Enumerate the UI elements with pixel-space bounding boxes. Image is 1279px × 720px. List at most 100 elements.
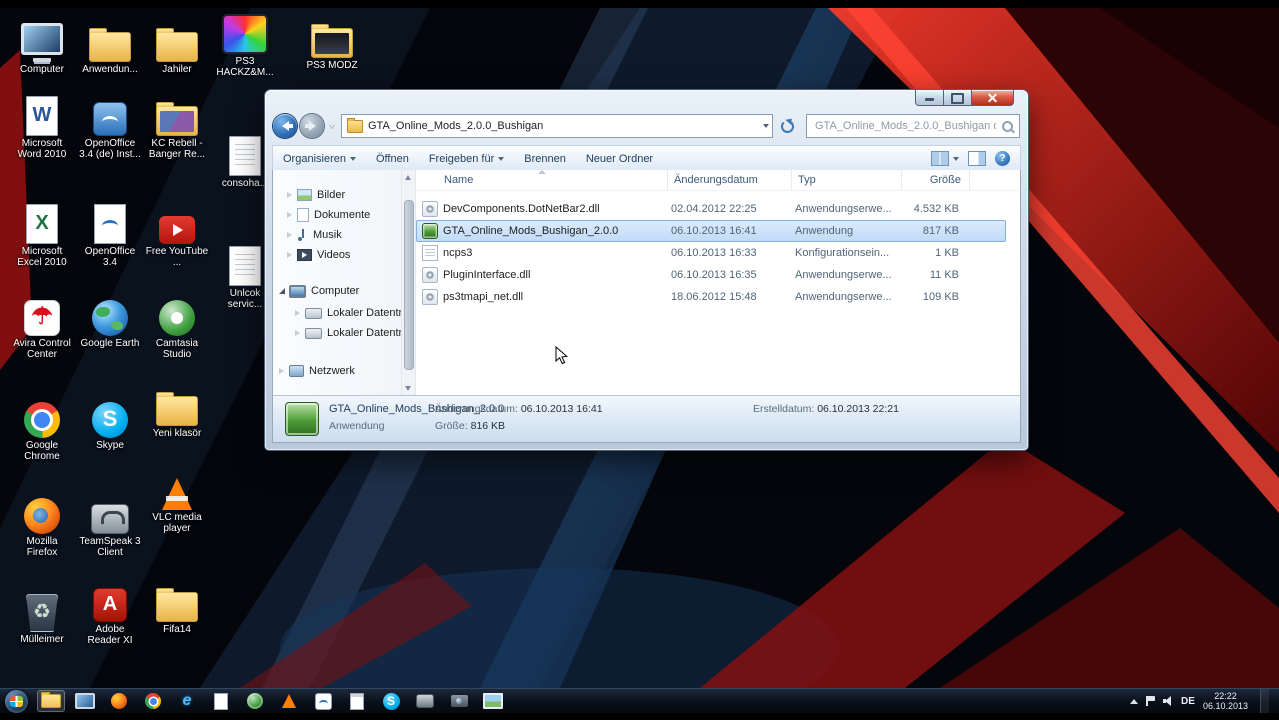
organize-button[interactable]: Organisieren xyxy=(283,153,356,165)
expander-icon[interactable] xyxy=(295,330,300,336)
file-row[interactable]: PluginInterface.dll 06.10.2013 16:35 Anw… xyxy=(416,264,1006,286)
expander-icon[interactable] xyxy=(287,192,292,198)
desktop-icon-kc-rebell[interactable]: KC Rebell - Banger Re... xyxy=(145,96,209,160)
desktop-icon-jahiler[interactable]: Jahiler xyxy=(145,22,209,75)
desktop-icon-chrome[interactable]: Google Chrome xyxy=(10,398,74,462)
desktop-icon-ps3-modz[interactable]: PS3 MODZ xyxy=(300,18,364,71)
caption-buttons xyxy=(915,90,1014,106)
taskbar-notepad[interactable] xyxy=(343,690,371,712)
refresh-icon[interactable] xyxy=(781,120,794,133)
taskbar-skype[interactable]: S xyxy=(377,690,405,712)
share-button[interactable]: Freigeben für xyxy=(429,153,504,165)
desktop-icon-openoffice-installer[interactable]: OpenOffice 3.4 (de) Inst... xyxy=(78,96,142,160)
close-button[interactable] xyxy=(972,90,1014,106)
taskbar-explorer[interactable] xyxy=(37,690,65,712)
desktop-icon-adobe-reader[interactable]: A Adobe Reader XI xyxy=(78,582,142,646)
expander-icon[interactable] xyxy=(279,368,284,374)
desktop-icon-recycle-bin[interactable]: ♻ Mülleimer xyxy=(10,592,74,645)
desktop-icon-skype[interactable]: S Skype xyxy=(78,398,142,451)
clock[interactable]: 22:22 06.10.2013 xyxy=(1203,691,1248,711)
desktop-icon-openoffice[interactable]: OpenOffice 3.4 xyxy=(78,204,142,268)
desktop-icon-ps3-hackz[interactable]: PS3 HACKZ&M... xyxy=(213,14,277,78)
expander-icon[interactable] xyxy=(287,252,292,258)
taskbar-teamspeak[interactable] xyxy=(411,690,439,712)
forward-button[interactable] xyxy=(300,114,324,138)
new-folder-button[interactable]: Neuer Ordner xyxy=(586,153,653,165)
taskbar-documents[interactable] xyxy=(207,690,235,712)
help-button[interactable]: ? xyxy=(995,151,1010,166)
expander-icon[interactable] xyxy=(287,212,292,218)
taskbar-openoffice[interactable] xyxy=(309,690,337,712)
start-button[interactable] xyxy=(5,690,28,713)
file-row[interactable]: DevComponents.DotNetBar2.dll 02.04.2012 … xyxy=(416,198,1006,220)
address-breadcrumb[interactable]: GTA_Online_Mods_2.0.0_Bushigan xyxy=(368,120,543,132)
sidebar-item-local-disk-1[interactable]: Lokaler Datenträ... xyxy=(295,304,418,322)
desktop-icon-word[interactable]: W Microsoft Word 2010 xyxy=(10,96,74,160)
scrollbar-thumb[interactable] xyxy=(404,200,414,370)
expander-icon[interactable] xyxy=(287,232,292,238)
explorer-content: Bilder Dokumente Musik xyxy=(272,170,1021,397)
recent-pages-caret-icon[interactable] xyxy=(329,124,335,128)
desktop-icon-vlc[interactable]: VLC media player xyxy=(145,470,209,534)
navigation-pane-scrollbar[interactable] xyxy=(401,170,416,396)
taskbar-camtasia[interactable] xyxy=(241,690,269,712)
desktop-icon-yeni-klasor[interactable]: Yeni klasör xyxy=(145,386,209,439)
minimize-button[interactable] xyxy=(915,90,944,106)
mouse-cursor xyxy=(555,346,569,371)
sidebar-item-netzwerk[interactable]: Netzwerk xyxy=(279,362,355,380)
volume-icon[interactable] xyxy=(1163,696,1173,706)
sidebar-item-computer[interactable]: Computer xyxy=(279,282,359,300)
change-view-button[interactable] xyxy=(931,151,959,166)
desktop-icon-computer[interactable]: Computer xyxy=(10,22,74,75)
language-indicator[interactable]: DE xyxy=(1181,696,1195,707)
search-input[interactable] xyxy=(813,119,998,133)
sidebar-item-bilder[interactable]: Bilder xyxy=(287,186,345,204)
address-bar[interactable]: GTA_Online_Mods_2.0.0_Bushigan xyxy=(341,114,773,138)
expander-icon[interactable] xyxy=(295,310,300,316)
desktop-icon-teamspeak[interactable]: TeamSpeak 3 Client xyxy=(78,494,142,558)
address-dropdown-caret-icon[interactable] xyxy=(763,124,769,128)
taskbar-vlc[interactable] xyxy=(275,690,303,712)
desktop-icon-anwendungen[interactable]: Anwendun... xyxy=(78,22,142,75)
sidebar-item-musik[interactable]: Musik xyxy=(287,226,342,244)
maximize-button[interactable] xyxy=(944,90,972,106)
show-hidden-icons-chevron[interactable] xyxy=(1130,699,1138,704)
desktop-icon-firefox[interactable]: Mozilla Firefox xyxy=(10,494,74,558)
desktop-icon-camtasia[interactable]: Camtasia Studio xyxy=(145,296,209,360)
taskbar-camera[interactable] xyxy=(445,690,473,712)
documents-library-icon xyxy=(297,208,309,222)
teamspeak-icon xyxy=(87,494,133,534)
desktop-icon-google-earth[interactable]: Google Earth xyxy=(78,296,142,349)
desktop-icon-fifa14[interactable]: Fifa14 xyxy=(145,582,209,635)
desktop-icon-free-youtube[interactable]: Free YouTube ... xyxy=(145,204,209,268)
preview-pane-toggle[interactable] xyxy=(968,151,986,166)
action-center-flag-icon[interactable] xyxy=(1146,696,1155,706)
sidebar-item-local-disk-2[interactable]: Lokaler Datenträ... xyxy=(295,324,418,342)
taskbar-firefox[interactable] xyxy=(105,690,133,712)
desktop-icon-label: Yeni klasör xyxy=(153,428,202,439)
column-header-name[interactable]: Name xyxy=(416,170,668,190)
back-button[interactable] xyxy=(273,114,297,138)
expander-open-icon[interactable] xyxy=(279,288,285,294)
taskbar-internet-explorer[interactable]: e xyxy=(173,690,201,712)
burn-button[interactable]: Brennen xyxy=(524,153,566,165)
show-desktop-button[interactable] xyxy=(1260,689,1269,713)
scroll-down-icon[interactable] xyxy=(405,386,411,391)
sidebar-item-videos[interactable]: Videos xyxy=(287,246,350,264)
column-header-type[interactable]: Typ xyxy=(792,170,902,190)
column-header-date[interactable]: Änderungsdatum xyxy=(668,170,792,190)
desktop-icon-avira[interactable]: ☂ Avira Control Center xyxy=(10,296,74,360)
scroll-up-icon[interactable] xyxy=(405,175,411,180)
open-button[interactable]: Öffnen xyxy=(376,153,409,165)
taskbar-chrome[interactable] xyxy=(139,690,167,712)
search-box[interactable] xyxy=(806,114,1020,138)
file-row[interactable]: ncps3 06.10.2013 16:33 Konfigurationsein… xyxy=(416,242,1006,264)
sidebar-item-dokumente[interactable]: Dokumente xyxy=(287,206,370,224)
file-row-selected[interactable]: GTA_Online_Mods_Bushigan_2.0.0 06.10.201… xyxy=(416,220,1006,242)
column-header-size[interactable]: Größe xyxy=(902,170,970,190)
file-row[interactable]: ps3tmapi_net.dll 18.06.2012 15:48 Anwend… xyxy=(416,286,1006,308)
taskbar-media-player[interactable] xyxy=(71,690,99,712)
desktop-icon-excel[interactable]: X Microsoft Excel 2010 xyxy=(10,204,74,268)
details-file-type: Anwendung xyxy=(329,420,384,432)
taskbar-photo-viewer[interactable] xyxy=(479,690,507,712)
